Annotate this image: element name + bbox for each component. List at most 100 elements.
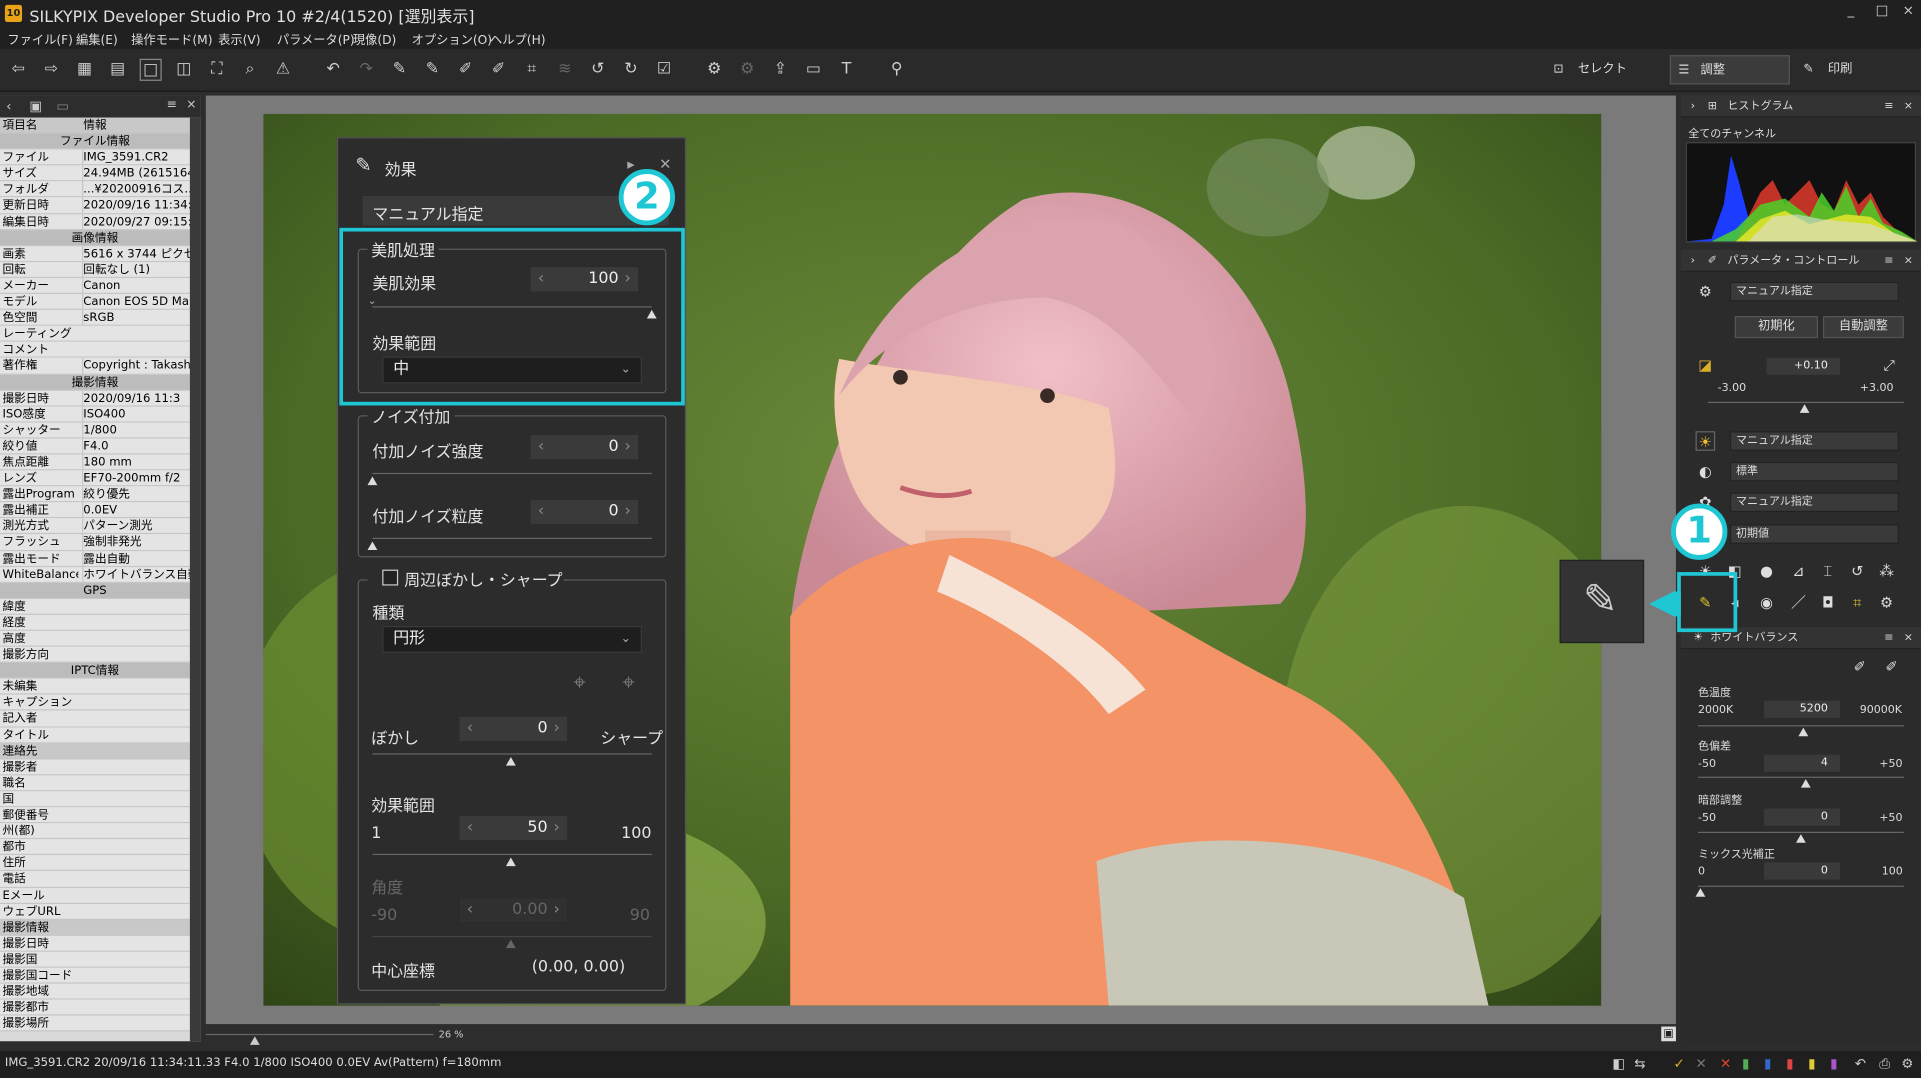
effect-range-track[interactable] (372, 853, 652, 856)
info-row[interactable]: 郵便番号 (0, 807, 190, 824)
histogram-close-icon[interactable]: × (1904, 96, 1913, 118)
info-row[interactable]: タイトル (0, 727, 190, 744)
export-icon[interactable]: ⇪ (769, 59, 791, 81)
contrast-icon[interactable]: ◐ (1696, 462, 1716, 482)
zoom-track[interactable] (205, 1033, 434, 1036)
info-row[interactable]: 撮影日時 (0, 935, 190, 952)
increase-icon[interactable]: › (625, 435, 631, 460)
exposure-thumb[interactable] (1799, 404, 1810, 413)
tint-track[interactable] (1697, 776, 1904, 778)
decrease-icon[interactable]: ‹ (467, 816, 473, 841)
init-button[interactable]: 初期化 (1734, 316, 1819, 339)
info-row[interactable]: 撮影地域 (0, 983, 190, 1000)
noise-grain-thumb[interactable] (367, 541, 378, 551)
info-row[interactable]: 測光方式 パターン測光 (0, 518, 190, 535)
tool-row2-icon-g[interactable]: ⚙ (1877, 593, 1897, 613)
batch-develop-icon[interactable]: ⚙ (736, 59, 758, 81)
close-button[interactable]: × (1903, 2, 1914, 18)
increase-icon[interactable]: › (553, 816, 559, 841)
panel-menu-icon[interactable]: ≡ (167, 98, 177, 111)
menu-view[interactable]: 表示(V) (218, 29, 260, 47)
exposure-track[interactable] (1707, 401, 1904, 404)
eye-icon[interactable]: ◉ (1757, 593, 1777, 613)
info-row[interactable]: 絞り値 F4.0 (0, 438, 190, 455)
decrease-icon[interactable]: ‹ (538, 500, 544, 524)
temp-stepper[interactable]: 5200 (1764, 700, 1841, 718)
effect-range-stepper[interactable]: ‹ 50 › (458, 814, 569, 842)
label-green-icon[interactable]: ▮ (1742, 1056, 1749, 1072)
check-icon[interactable]: ☑ (653, 59, 675, 81)
angle-track[interactable] (372, 935, 652, 938)
wb-picker2-icon[interactable]: ✐ (1882, 657, 1902, 677)
status-icon-b[interactable]: ⇆ (1634, 1056, 1645, 1072)
target-icon[interactable]: ⌖ (573, 670, 585, 696)
param-menu-icon[interactable]: ≡ (1884, 250, 1893, 272)
info-row[interactable]: モデル Canon EOS 5D Mar (0, 294, 190, 311)
mix-stepper[interactable]: 0 (1764, 862, 1841, 880)
info-row[interactable]: 州(都) (0, 823, 190, 840)
wb-picker-icon[interactable]: ✐ (1850, 657, 1870, 677)
copy-param-icon[interactable]: ✎ (388, 59, 410, 81)
info-row[interactable]: 撮影日時 2020/09/16 11:3 (0, 390, 190, 407)
blur-stepper[interactable]: ‹ 0 › (458, 715, 569, 743)
menu-opmode[interactable]: 操作モード(M) (131, 29, 212, 47)
info-row[interactable]: 画素 5616 x 3744 ピクセ (0, 245, 190, 262)
prev-icon[interactable]: ⇦ (7, 59, 29, 81)
info-row[interactable]: キャプション (0, 695, 190, 712)
info-row[interactable]: 露出補正 0.0EV (0, 502, 190, 519)
info-row[interactable]: 編集日時 2020/09/27 09:15: (0, 213, 190, 230)
tool-row1-icon-d[interactable]: ⊿ (1789, 561, 1809, 581)
crop-tool-icon[interactable]: ⌗ (1847, 593, 1867, 613)
print-small-icon[interactable]: ⎙ (1879, 1056, 1890, 1073)
develop-icon[interactable]: ⚙ (703, 59, 725, 81)
info-row[interactable]: 未編集 (0, 678, 190, 696)
monitor-icon[interactable]: ▭ (802, 59, 824, 81)
info-row[interactable]: 都市 (0, 839, 190, 856)
menu-develop[interactable]: 現像(D) (353, 29, 397, 47)
filmstrip-icon[interactable]: ▤ (107, 59, 129, 81)
panel-arrow-icon[interactable]: ▸ (627, 156, 634, 173)
tint-stepper[interactable]: 4 (1764, 754, 1841, 772)
folder-tab-icon[interactable]: ▭ (56, 98, 69, 114)
blur-track[interactable] (372, 753, 652, 755)
info-row[interactable]: 露出モード 露出自動 (0, 550, 190, 567)
info-row[interactable]: サイズ 24.94MB (2615164 (0, 165, 190, 182)
info-row[interactable]: 記入者 (0, 711, 190, 728)
mix-thumb[interactable] (1695, 888, 1706, 897)
label-blue-icon[interactable]: ▮ (1764, 1056, 1771, 1072)
blur-thumb[interactable] (505, 757, 516, 766)
info-row[interactable]: フラッシュ 強制非発光 (0, 534, 190, 551)
mix-track[interactable] (1697, 885, 1904, 887)
info-row[interactable]: ファイル IMG_3591.CR2 (0, 149, 190, 166)
menu-file[interactable]: ファイル(F) (7, 29, 73, 47)
info-row[interactable]: 電話 (0, 871, 190, 888)
rotate-right-icon[interactable]: ↻ (620, 59, 642, 81)
noise-grain-stepper[interactable]: ‹ 0 › (529, 498, 640, 526)
auto-exposure-icon[interactable]: ⤢ (1879, 355, 1899, 375)
auto-adjust-button[interactable]: 自動調整 (1822, 316, 1904, 339)
fullscreen-icon[interactable]: ⛶ (206, 59, 228, 81)
zoom-icon[interactable]: ⌕ (239, 59, 261, 81)
wb-close-icon[interactable]: × (1904, 627, 1913, 649)
wb-preset-select[interactable]: マニュアル指定 (1729, 431, 1899, 451)
crop-icon[interactable]: ⌗ (521, 59, 543, 81)
undo-icon[interactable]: ↶ (322, 59, 344, 81)
redo-icon[interactable]: ↷ (355, 59, 377, 81)
info-row[interactable]: 緯度 (0, 598, 190, 615)
temp-track[interactable] (1697, 725, 1904, 727)
target-reset-icon[interactable]: ⌖ (622, 670, 634, 696)
info-row[interactable]: 国 (0, 791, 190, 808)
menu-help[interactable]: ヘルプ(H) (490, 29, 546, 47)
maximize-button[interactable]: □ (1876, 2, 1889, 18)
vignette-checkbox[interactable] (382, 569, 399, 586)
info-row[interactable]: メーカー Canon (0, 277, 190, 295)
angle-stepper[interactable]: ‹ 0.00 › (458, 896, 569, 924)
info-row[interactable]: 焦点距離 180 mm (0, 454, 190, 471)
status-icon-a[interactable]: ◧ (1612, 1056, 1625, 1072)
noise-strength-thumb[interactable] (367, 476, 378, 486)
expand-icon[interactable]: › (1691, 96, 1695, 118)
text-tool-icon[interactable]: T (836, 59, 858, 81)
dark-stepper[interactable]: 0 (1764, 808, 1841, 826)
menu-option[interactable]: オプション(O) (412, 29, 492, 47)
tool-row1-icon-g[interactable]: ⁂ (1877, 561, 1897, 581)
